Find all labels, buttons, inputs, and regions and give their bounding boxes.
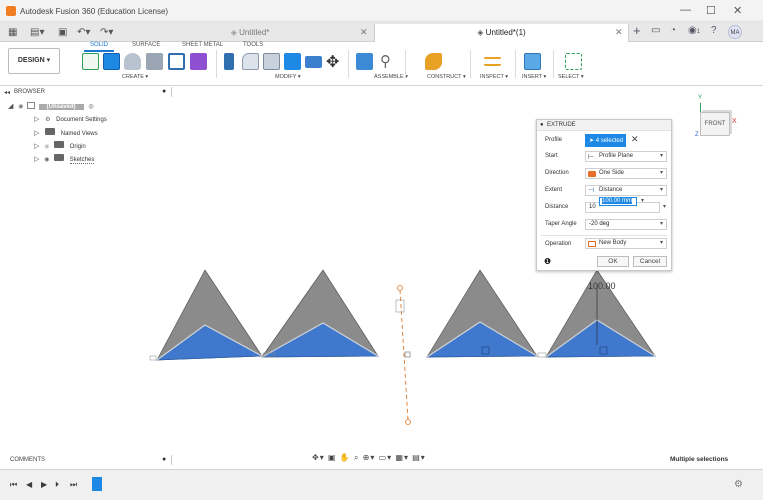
distance-input[interactable]: 10 100.00 mm ▾ <box>585 197 660 213</box>
go-to-end-icon[interactable]: ⏭ <box>70 480 77 490</box>
extruded-body-1[interactable] <box>155 269 264 361</box>
x-axis-label: X <box>732 118 737 125</box>
play-icon[interactable]: ▶ <box>41 480 47 489</box>
dropdown-caret-icon: ▾ <box>659 187 663 193</box>
taper-angle-input[interactable]: -20 deg ▾ <box>585 219 667 230</box>
taper-angle-label: Taper Angle <box>545 221 577 227</box>
extrude-dialog-header[interactable]: ● EXTRUDE <box>537 120 671 131</box>
divider <box>541 235 667 236</box>
start-label: Start <box>545 153 558 159</box>
view-cube[interactable]: Y FRONT X Z <box>695 95 737 140</box>
distance-dimension-label[interactable]: 100.00 <box>588 281 616 291</box>
orbit-icon[interactable]: ✥▾ <box>312 453 325 462</box>
profile-label: Profile <box>545 137 563 143</box>
sketch-axis-line[interactable] <box>395 285 411 425</box>
comments-panel-header[interactable]: COMMENTS ● <box>0 455 175 467</box>
timeline-bar: ⏮ ◀ ▶ ⏵ ⏭ ⚙ <box>0 469 763 500</box>
spinner-icon[interactable]: ▾ <box>641 197 644 204</box>
new-body-icon <box>588 241 596 247</box>
distance-extent-icon: ⊣ <box>588 187 595 194</box>
extruded-body-3[interactable] <box>425 269 539 358</box>
timeline-feature-marker[interactable] <box>92 477 102 491</box>
distance-label: Distance <box>545 204 569 210</box>
dropdown-caret-icon[interactable]: ▾ <box>663 203 666 210</box>
zoom-window-icon[interactable]: ⌕ <box>354 453 359 462</box>
direction-label: Direction <box>545 170 569 176</box>
one-side-icon <box>588 171 596 177</box>
display-settings-icon[interactable]: ▭▾ <box>379 453 393 462</box>
look-at-icon[interactable]: ▣ <box>328 453 337 462</box>
dropdown-caret-icon: ▾ <box>659 240 663 246</box>
start-dropdown[interactable]: ⊢ Profile Plane ▾ <box>585 151 667 162</box>
selection-status: Multiple selections <box>670 456 729 463</box>
zoom-icon[interactable]: ⊕▾ <box>363 453 376 462</box>
profile-plane-icon: ⊢ <box>588 154 595 161</box>
step-back-icon[interactable]: ◀ <box>26 480 32 489</box>
dialog-collapse-icon[interactable]: ● <box>540 122 544 128</box>
viewports-icon[interactable]: ▤▾ <box>412 453 426 462</box>
direction-dropdown[interactable]: One Side ▾ <box>585 168 667 179</box>
clear-selection-icon[interactable]: ✕ <box>631 134 639 145</box>
dropdown-caret-icon: ▾ <box>659 153 663 159</box>
cursor-icon: ➤ <box>589 138 596 144</box>
z-axis-label: Z <box>695 132 699 138</box>
grid-settings-icon[interactable]: ▦▾ <box>395 453 409 462</box>
go-to-start-icon[interactable]: ⏮ <box>10 480 17 490</box>
dropdown-caret-icon: ▾ <box>659 221 663 227</box>
pin-icon[interactable]: ● <box>162 456 166 463</box>
extruded-body-2[interactable] <box>261 269 380 358</box>
endpoint-marker <box>149 355 157 361</box>
dropdown-caret-icon: ▾ <box>659 170 663 176</box>
info-icon[interactable]: ❶ <box>544 257 551 266</box>
view-cube-face[interactable]: FRONT <box>700 112 730 136</box>
navigation-bar: ✥▾ ▣ ✋ ⌕ ⊕▾ ▭▾ ▦▾ ▤▾ <box>312 453 426 463</box>
operation-dropdown[interactable]: New Body ▾ <box>585 238 667 249</box>
pan-hand-icon[interactable]: ✋ <box>340 453 351 462</box>
divider <box>171 455 172 465</box>
extrude-dialog[interactable]: ● EXTRUDE Profile ➤ 4 selected ✕ Start ⊢… <box>536 119 672 271</box>
distance-value-editor[interactable]: 100.00 mm <box>599 197 637 206</box>
cancel-button[interactable]: Cancel <box>633 256 667 267</box>
extent-dropdown[interactable]: ⊣ Distance ▾ <box>585 185 667 196</box>
y-axis-label: Y <box>698 95 703 101</box>
ok-button[interactable]: OK <box>597 256 629 267</box>
operation-label: Operation <box>545 241 572 247</box>
profile-selection-button[interactable]: ➤ 4 selected <box>585 134 626 147</box>
extent-label: Extent <box>545 187 563 193</box>
step-forward-icon[interactable]: ⏵ <box>55 480 59 490</box>
timeline-settings-gear-icon[interactable]: ⚙ <box>734 479 743 490</box>
endpoint-marker <box>537 352 547 358</box>
